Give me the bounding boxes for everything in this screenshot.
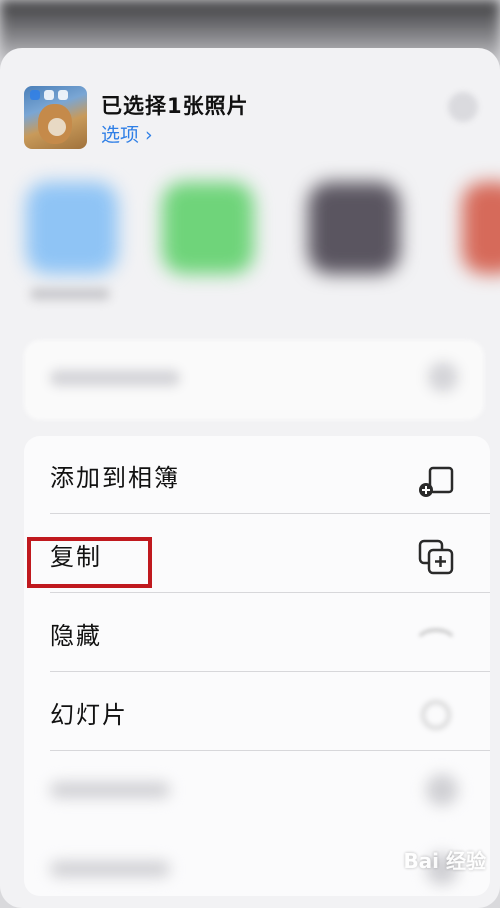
blurred-menu-item xyxy=(24,752,490,830)
menu-item-label: 隐藏 xyxy=(50,622,102,650)
menu-item-hide[interactable]: 隐藏 xyxy=(24,594,490,672)
actions-menu: 添加到相簿 复制 隐藏 幻灯片 xyxy=(24,436,490,896)
menu-divider xyxy=(50,592,490,593)
blurred-action-card xyxy=(24,340,484,420)
add-to-album-icon xyxy=(419,466,454,497)
blurred-item-label xyxy=(50,782,170,798)
copy-highlight-annotation xyxy=(27,537,152,588)
photo-thumbnail xyxy=(24,86,87,149)
menu-item-label: 添加到相簿 xyxy=(50,464,180,492)
airdrop-icon[interactable] xyxy=(26,182,118,274)
app-store-icon xyxy=(30,90,40,100)
blurred-item-label xyxy=(50,861,170,877)
menu-divider xyxy=(50,671,490,672)
watermark-logo: Bai 经验 xyxy=(403,849,486,873)
messages-icon[interactable] xyxy=(162,182,254,274)
menu-item-label: 幻灯片 xyxy=(50,701,128,729)
share-targets-row xyxy=(0,170,500,310)
menu-item-slideshow[interactable]: 幻灯片 xyxy=(24,673,490,751)
bear-face xyxy=(48,118,66,136)
share-header: 已选择1张照片 选项 › xyxy=(24,86,484,152)
app-share-icon[interactable] xyxy=(308,182,400,274)
blurred-action-icon xyxy=(428,362,458,392)
share-target-label xyxy=(30,288,110,300)
selection-title: 已选择1张照片 xyxy=(101,94,249,118)
hide-icon xyxy=(419,628,453,637)
menu-item-add-to-album[interactable]: 添加到相簿 xyxy=(24,436,490,514)
options-link[interactable]: 选项 › xyxy=(101,120,153,147)
menu-divider xyxy=(50,513,490,514)
menu-divider xyxy=(50,750,490,751)
app-share-icon-partial[interactable] xyxy=(462,182,500,274)
copy-icon xyxy=(418,539,454,575)
camera-icon xyxy=(58,90,68,100)
close-icon[interactable] xyxy=(448,92,478,122)
slideshow-icon xyxy=(421,700,451,730)
blurred-action-label xyxy=(50,370,180,386)
heart-icon xyxy=(44,90,54,100)
blurred-item-icon xyxy=(426,774,458,806)
